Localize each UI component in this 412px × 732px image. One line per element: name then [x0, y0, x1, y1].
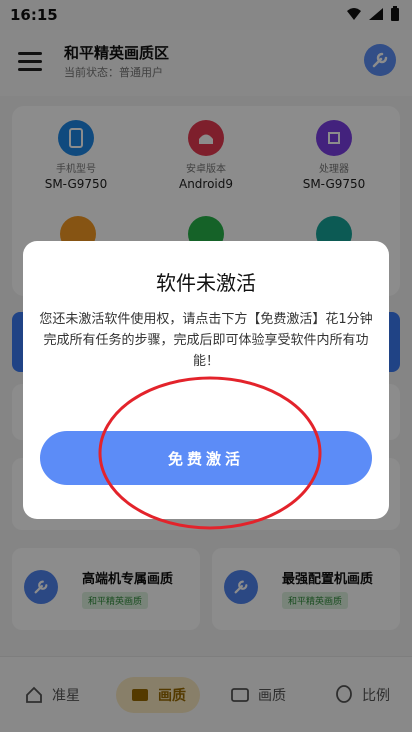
- free-activate-button[interactable]: 免费激活: [40, 431, 372, 485]
- activation-dialog: 软件未激活 您还未激活软件使用权，请点击下方【免费激活】花1分钟完成所有任务的步…: [23, 241, 389, 519]
- dialog-message: 您还未激活软件使用权，请点击下方【免费激活】花1分钟完成所有任务的步骤，完成后即…: [39, 312, 373, 369]
- dialog-title: 软件未激活: [156, 271, 256, 295]
